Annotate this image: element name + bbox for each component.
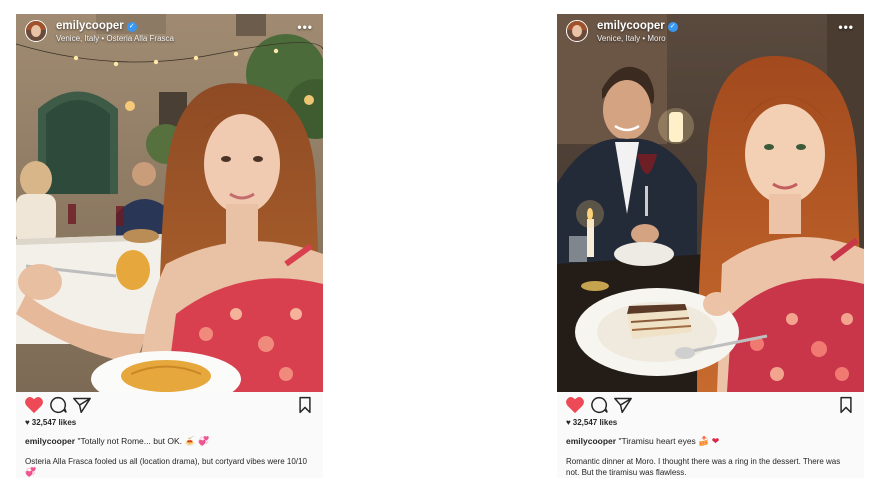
post-header: emilycooper ✓ Venice, Italy • Osteria All… xyxy=(16,14,323,48)
cake-emoji: 🍰 xyxy=(698,436,710,446)
comment-bubble-icon[interactable] xyxy=(48,396,68,414)
comment-text: Osteria Alla Frasca fooled us all (locat… xyxy=(25,457,307,466)
comment-hearts-emoji: 💞 xyxy=(25,467,37,477)
caption-username[interactable]: emilycooper xyxy=(566,436,616,446)
username-link[interactable]: emilycooper ✓ xyxy=(597,20,678,32)
post-comment: Osteria Alla Frasca fooled us all (locat… xyxy=(25,456,310,478)
post-comment: Romantic dinner at Moro. I thought there… xyxy=(566,456,851,478)
pasta-emoji: 🍝 xyxy=(184,436,196,446)
bookmark-icon[interactable] xyxy=(837,396,857,414)
comment-bubble-icon[interactable] xyxy=(589,396,609,414)
caption: emilycooper "Tiramisu heart eyes 🍰 ❤ xyxy=(566,436,856,447)
more-dots-icon[interactable]: ••• xyxy=(297,20,313,34)
caption-username[interactable]: emilycooper xyxy=(25,436,75,446)
heart-icon[interactable] xyxy=(24,396,44,414)
comment-text: Romantic dinner at Moro. I thought there… xyxy=(566,457,841,477)
username-text: emilycooper xyxy=(56,20,124,32)
post-action-bar xyxy=(16,392,323,418)
location-link[interactable]: Venice, Italy • Osteria Alla Frasca xyxy=(56,34,174,43)
username-text: emilycooper xyxy=(597,20,665,32)
instagram-post-moro: emilycooper ✓ Venice, Italy • Moro ••• ♥ 3… xyxy=(557,14,864,478)
likes-count[interactable]: ♥ 32,547 likes xyxy=(566,418,617,427)
post-photo-tiramisu-dinner[interactable]: emilycooper ✓ Venice, Italy • Moro ••• xyxy=(557,14,864,392)
photo-scene-courtyard xyxy=(16,14,323,392)
instagram-post-osteria: emilycooper ✓ Venice, Italy • Osteria All… xyxy=(16,14,323,478)
username-link[interactable]: emilycooper ✓ xyxy=(56,20,137,32)
post-action-bar xyxy=(557,392,864,418)
avatar[interactable] xyxy=(25,20,47,42)
likes-text: 32,547 likes xyxy=(31,418,77,427)
post-header: emilycooper ✓ Venice, Italy • Moro ••• xyxy=(557,14,864,48)
heart-icon[interactable] xyxy=(565,396,585,414)
location-link[interactable]: Venice, Italy • Moro xyxy=(597,34,666,43)
caption-text: "Tiramisu heart eyes xyxy=(618,436,696,446)
likes-heart-icon: ♥ xyxy=(25,418,30,427)
paper-plane-icon[interactable] xyxy=(72,396,92,414)
bookmark-icon[interactable] xyxy=(296,396,316,414)
likes-heart-icon: ♥ xyxy=(566,418,571,427)
avatar-face xyxy=(572,25,582,37)
photo-scene-restaurant xyxy=(557,14,864,392)
post-photo-pasta-dinner[interactable]: emilycooper ✓ Venice, Italy • Osteria All… xyxy=(16,14,323,392)
more-dots-icon[interactable]: ••• xyxy=(838,20,854,34)
caption: emilycooper "Totally not Rome... but OK.… xyxy=(25,436,315,447)
paper-plane-icon[interactable] xyxy=(613,396,633,414)
hearts-emoji: 💞 xyxy=(198,436,210,446)
avatar-face xyxy=(31,25,41,37)
heart-emoji: ❤ xyxy=(711,436,720,446)
likes-count[interactable]: ♥ 32,547 likes xyxy=(25,418,76,427)
avatar[interactable] xyxy=(566,20,588,42)
caption-text: "Totally not Rome... but OK. xyxy=(77,436,183,446)
verified-check-icon: ✓ xyxy=(667,22,678,32)
likes-text: 32,547 likes xyxy=(572,418,618,427)
verified-check-icon: ✓ xyxy=(126,22,137,32)
